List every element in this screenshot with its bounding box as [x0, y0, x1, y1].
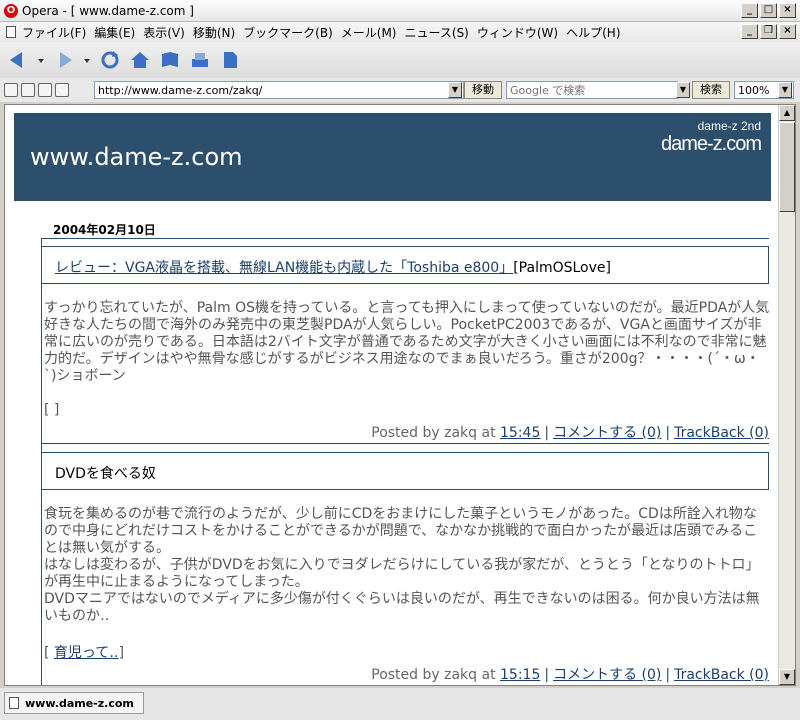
category-link[interactable]: 育児って‥: [54, 645, 119, 661]
forward-button[interactable]: [52, 48, 76, 72]
close-button[interactable]: ×: [779, 3, 796, 18]
menu-news[interactable]: ニュース(S): [404, 24, 476, 41]
address-dropdown-button[interactable]: ▼: [448, 82, 462, 98]
navigation-toolbar: [0, 42, 800, 78]
page-viewport: www.dame-z.com dame-z 2nd dame-z.com 200…: [4, 104, 796, 686]
logo-subtitle: dame-z 2nd: [697, 119, 761, 133]
entry-category: [ 育児って‥]: [44, 645, 125, 661]
entry-footer: Posted by zakq at 15:45 | コメントする (0) | Track…: [371, 425, 769, 441]
entry-permalink[interactable]: 15:45: [500, 425, 540, 441]
mdi-restore-button[interactable]: ❐: [760, 24, 777, 39]
zoom-dropdown-button[interactable]: ▼: [778, 82, 792, 98]
menu-file[interactable]: ファイル(F): [22, 24, 94, 41]
site-title: www.dame-z.com: [30, 143, 243, 171]
entry-body: 食玩を集めるのが巷で流行のようだが、少し前にCDをおまけにした菓子というモノがあ…: [44, 506, 760, 624]
page-tab-icon: [9, 697, 19, 709]
menu-bookmarks[interactable]: ブックマーク(B): [243, 24, 341, 41]
page-icon[interactable]: [38, 83, 52, 97]
go-button[interactable]: 移動: [464, 81, 502, 99]
security-icon[interactable]: [4, 83, 18, 97]
home-button[interactable]: [128, 48, 152, 72]
menu-edit[interactable]: 編集(E): [94, 24, 143, 41]
posted-by-label: Posted by zakq at: [371, 667, 496, 683]
search-input[interactable]: [506, 81, 678, 99]
entry-body: すっかり忘れていたが、Palm OS機を持っている。と言っても押入にしまって使っ…: [44, 300, 770, 384]
comment-link[interactable]: コメントする (0): [553, 667, 661, 683]
document-icon: [6, 26, 16, 38]
page-tab-label: www.dame-z.com: [25, 696, 134, 710]
back-button[interactable]: [6, 48, 30, 72]
small-down-arrow-icon: [38, 59, 44, 63]
site-header-banner: www.dame-z.com dame-z 2nd dame-z.com: [14, 113, 771, 201]
entry-category: [ ]: [44, 402, 60, 418]
hotlist-button[interactable]: [158, 48, 182, 72]
entry-permalink[interactable]: 15:15: [500, 667, 540, 683]
entry-title-link[interactable]: レビュー：VGA液晶を搭載、無線LAN機能も内蔵した「Toshiba e800」: [55, 260, 513, 276]
home-icon: [131, 52, 149, 68]
comment-link[interactable]: コメントする (0): [553, 425, 661, 441]
small-down-arrow-icon: [84, 59, 90, 63]
address-toolbar: ▼ 移動 ▼ 検索 100% ▼: [0, 78, 800, 102]
scroll-thumb[interactable]: [779, 122, 795, 212]
window-titlebar: O Opera - [ www.dame-z.com ] _ □ ×: [0, 0, 800, 22]
reload-button[interactable]: [98, 48, 122, 72]
back-history-dropdown[interactable]: [36, 48, 46, 72]
posted-by-label: Posted by zakq at: [371, 425, 496, 441]
blog-entry: レビュー：VGA液晶を搭載、無線LAN機能も内蔵した「Toshiba e800」…: [41, 238, 769, 444]
search-button[interactable]: 検索: [692, 81, 730, 99]
scroll-down-button[interactable]: ▼: [779, 669, 795, 685]
search-engine-dropdown[interactable]: ▼: [676, 82, 690, 98]
trackback-link[interactable]: TrackBack (0): [674, 667, 769, 683]
logo-text: dame-z.com: [660, 133, 762, 155]
menu-mail[interactable]: メール(M): [341, 24, 405, 41]
new-page-button[interactable]: [218, 48, 242, 72]
opera-logo-icon: O: [4, 3, 18, 18]
mdi-close-button[interactable]: ×: [779, 24, 796, 39]
address-input[interactable]: [94, 81, 464, 99]
entry-title: レビュー：VGA液晶を搭載、無線LAN機能も内蔵した「Toshiba e800」…: [42, 246, 769, 284]
entry-title-text: DVDを食べる奴: [55, 466, 156, 482]
scroll-up-button[interactable]: ▲: [779, 105, 795, 121]
entry-title: DVDを食べる奴: [42, 452, 769, 490]
camera-icon[interactable]: [21, 83, 35, 97]
menu-window[interactable]: ウィンドウ(W): [477, 24, 566, 41]
bookmarks-icon: [162, 52, 178, 67]
menu-view[interactable]: 表示(V): [143, 24, 193, 41]
reload-icon: [101, 51, 119, 69]
printer-icon: [192, 53, 208, 67]
print-preview-icon[interactable]: [55, 83, 69, 97]
maximize-button[interactable]: □: [760, 3, 777, 18]
date-heading: 2004年02月10日: [53, 223, 156, 237]
mdi-minimize-button[interactable]: _: [741, 24, 758, 39]
entry-category-tag: [PalmOSLove]: [513, 260, 611, 276]
new-page-icon: [224, 52, 237, 68]
entry-footer: Posted by zakq at 15:15 | コメントする (0) | Track…: [371, 667, 769, 683]
window-title: Opera - [ www.dame-z.com ]: [22, 3, 194, 18]
vertical-scrollbar[interactable]: ▲ ▼: [778, 105, 795, 685]
page-tab-bar: www.dame-z.com: [0, 688, 800, 720]
back-arrow-icon: [10, 52, 22, 68]
menu-help[interactable]: ヘルプ(H): [566, 24, 628, 41]
forward-arrow-icon: [60, 52, 72, 68]
print-button[interactable]: [188, 48, 212, 72]
minimize-button[interactable]: _: [741, 3, 758, 18]
menu-navigate[interactable]: 移動(N): [193, 24, 243, 41]
menu-bar: ファイル(F) 編集(E) 表示(V) 移動(N) ブックマーク(B) メール(…: [0, 22, 800, 42]
trackback-link[interactable]: TrackBack (0): [674, 425, 769, 441]
forward-history-dropdown[interactable]: [82, 48, 92, 72]
blog-entry: DVDを食べる奴 食玩を集めるのが巷で流行のようだが、少し前にCDをおまけにした…: [41, 444, 769, 685]
page-tab[interactable]: www.dame-z.com: [4, 692, 144, 714]
site-logo[interactable]: dame-z 2nd dame-z.com: [660, 119, 762, 156]
